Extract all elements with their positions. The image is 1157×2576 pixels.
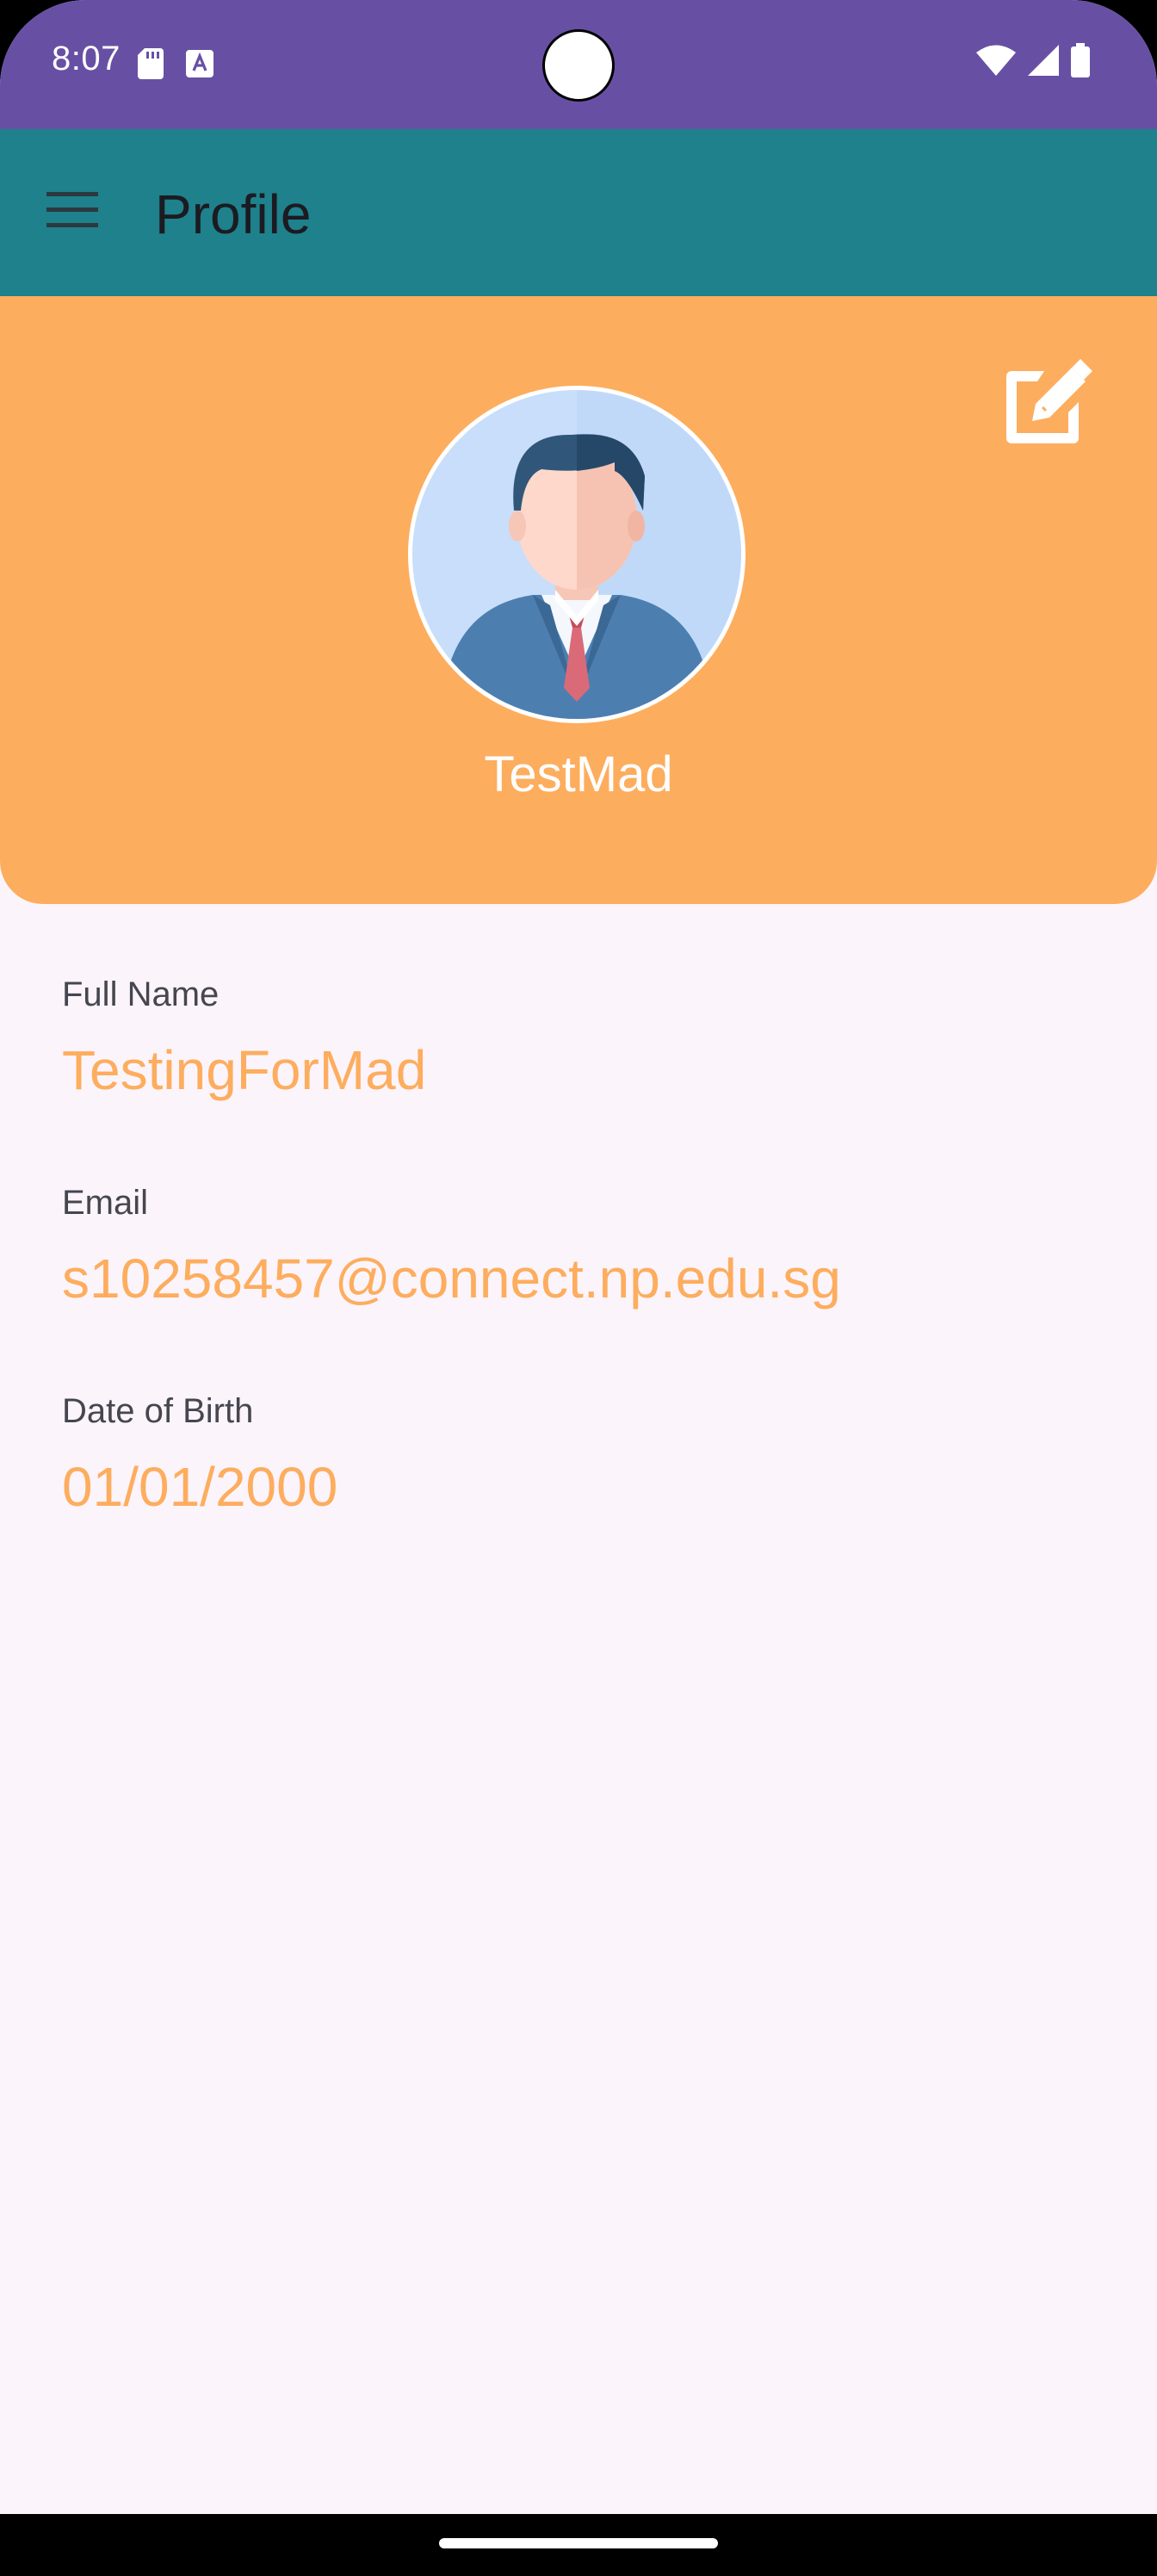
field-full-name: Full Name TestingForMad <box>62 973 1095 1181</box>
field-label: Date of Birth <box>62 1392 254 1430</box>
status-left-icons <box>138 48 213 84</box>
businessman-avatar <box>412 390 741 719</box>
field-label: Full Name <box>62 975 220 1013</box>
hamburger-menu-icon <box>46 191 98 232</box>
profile-header: TestMad <box>0 296 1157 904</box>
field-email: Email s10258457@connect.np.edu.sg <box>62 1181 1095 1390</box>
page-title: Profile <box>155 183 312 245</box>
cellular-signal-icon <box>1028 45 1059 80</box>
profile-info: Full Name TestingForMad Email s10258457@… <box>62 973 1095 1598</box>
app-bar: Profile <box>0 129 1157 296</box>
edit-icon <box>999 357 1092 455</box>
field-date-of-birth: Date of Birth 01/01/2000 <box>62 1390 1095 1598</box>
camera-cutout <box>542 29 615 102</box>
sd-card-icon <box>138 48 164 84</box>
menu-button[interactable] <box>34 174 110 250</box>
wifi-icon <box>976 45 1016 80</box>
home-indicator[interactable] <box>439 2538 718 2548</box>
status-time: 8:07 <box>52 40 121 77</box>
field-label: Email <box>62 1184 149 1222</box>
field-value: TestingForMad <box>62 1039 427 1101</box>
username: TestMad <box>484 746 673 802</box>
keyboard-a-icon <box>186 50 213 82</box>
field-value: s10258457@connect.np.edu.sg <box>62 1248 841 1310</box>
avatar[interactable] <box>408 386 746 723</box>
status-bar: 8:07 <box>0 0 1157 129</box>
field-value: 01/01/2000 <box>62 1456 338 1518</box>
phone-screen: 8:07 Profile TestMad Full Name TestingFo… <box>0 0 1157 2576</box>
battery-icon <box>1071 43 1090 82</box>
status-right-icons <box>976 43 1090 82</box>
edit-profile-button[interactable] <box>999 358 1093 453</box>
